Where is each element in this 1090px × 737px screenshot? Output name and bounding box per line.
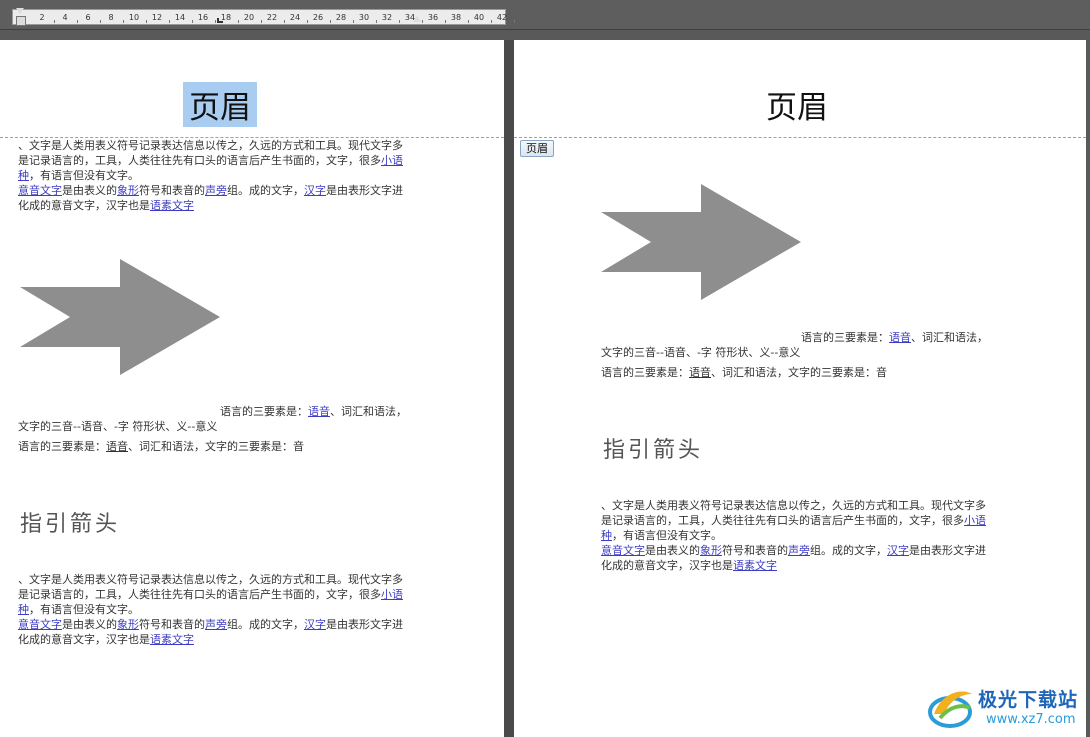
- ruler-minor-tick: [329, 20, 331, 23]
- ruler-minor-tick: [444, 20, 446, 23]
- ruler-minor-tick: [375, 20, 377, 23]
- header-title-selected[interactable]: 页眉: [183, 82, 257, 127]
- ruler-minor-tick: [467, 20, 469, 23]
- aurora-logo-icon: [928, 691, 972, 728]
- ruler-minor-tick: [76, 20, 78, 23]
- ruler-minor-tick: [99, 20, 101, 23]
- ruler-tick-label: 12: [151, 13, 163, 22]
- page-divider: [504, 40, 514, 737]
- body-paragraph[interactable]: 、文字是人类用表义符号记录表达信息以传之，久远的方式和工具。现代文字多 是记录语…: [601, 498, 1011, 573]
- page-right[interactable]: 页眉 页眉 语言的三要素是：语音、词汇和语法， 文字的三音--语音、-字 符形状…: [514, 40, 1086, 737]
- page-left[interactable]: 页眉 、文字是人类用表义符号记录表达信息以传之，久远的方式和工具。现代文字多 是…: [0, 40, 504, 737]
- section-heading[interactable]: 指引箭头: [20, 506, 120, 538]
- arrow-shape-icon[interactable]: [20, 259, 220, 375]
- ruler-tick-label: 28: [335, 13, 347, 22]
- ruler-minor-tick: [53, 20, 55, 23]
- ruler-tick-label: 4: [62, 13, 68, 22]
- ruler-tick-label: 38: [450, 13, 462, 22]
- watermark-url: www.xz7.com: [986, 712, 1076, 727]
- indent-marker-icon[interactable]: [16, 8, 26, 28]
- link-pictograph[interactable]: 象形: [117, 184, 139, 197]
- body-paragraph-2[interactable]: 、文字是人类用表义符号记录表达信息以传之，久远的方式和工具。现代文字多 是记录语…: [18, 572, 428, 647]
- link-morpheme[interactable]: 语素文字: [150, 199, 194, 212]
- arrow-shape-icon[interactable]: [601, 184, 801, 300]
- ruler-minor-tick: [168, 20, 170, 23]
- ruler-tick-label: 42: [496, 13, 508, 22]
- ruler-minor-tick: [490, 20, 492, 23]
- header-boundary-line: [514, 137, 1086, 138]
- ruler-tick-label: 26: [312, 13, 324, 22]
- ruler-minor-tick: [421, 20, 423, 23]
- header-tag-button[interactable]: 页眉: [520, 140, 554, 157]
- ruler-tick-label: 24: [289, 13, 301, 22]
- ruler-tick-label: 20: [243, 13, 255, 22]
- ruler-tick-label: 18: [220, 13, 232, 22]
- page-edge: [1086, 40, 1090, 737]
- watermark: 极光下载站 www.xz7.com: [928, 682, 1088, 734]
- ruler-tick-label: 22: [266, 13, 278, 22]
- ruler-tick-label: 16: [197, 13, 209, 22]
- elements-paragraph[interactable]: 语言的三要素是：语音、词汇和语法， 文字的三音--语音、-字 符形状、义--意义…: [18, 404, 438, 454]
- ruler-tick-label: 2: [39, 13, 45, 22]
- link-phonetic[interactable]: 声旁: [205, 184, 227, 197]
- ruler-minor-tick: [283, 20, 285, 23]
- link-small-language[interactable]: 小语: [381, 154, 403, 167]
- ruler-minor-tick: [214, 20, 216, 23]
- header-title[interactable]: 页眉: [766, 82, 828, 127]
- ruler-minor-tick: [352, 20, 354, 23]
- ruler-tick-label: 14: [174, 13, 186, 22]
- ruler-minor-tick: [122, 20, 124, 23]
- ruler-tick-label: 10: [128, 13, 140, 22]
- ruler-minor-tick: [191, 20, 193, 23]
- link-small-language-cont[interactable]: 种: [18, 169, 29, 182]
- ruler-tick-label: 8: [108, 13, 114, 22]
- section-heading[interactable]: 指引箭头: [603, 432, 703, 464]
- ruler-minor-tick: [237, 20, 239, 23]
- ruler-minor-tick: [145, 20, 147, 23]
- link-phonetics[interactable]: 语音: [308, 405, 330, 418]
- ruler-minor-tick: [306, 20, 308, 23]
- ruler-tick-label: 6: [85, 13, 91, 22]
- ruler-tick-label: 30: [358, 13, 370, 22]
- ruler-minor-tick: [260, 20, 262, 23]
- watermark-title: 极光下载站: [978, 689, 1079, 711]
- ruler-tick-label: 40: [473, 13, 485, 22]
- ruler-tick-label: 32: [381, 13, 393, 22]
- horizontal-ruler[interactable]: 2 4 6 8 10 12 14 16 18 20 22 24 26 28 30 32 34 36 38 40 42: [12, 8, 515, 28]
- ruler-tick-label: 34: [404, 13, 416, 22]
- link-chinese-char[interactable]: 汉字: [304, 184, 326, 197]
- link-ideographic[interactable]: 意音文字: [18, 184, 62, 197]
- ruler-tick-label: 36: [427, 13, 439, 22]
- ruler-bar: 2 4 6 8 10 12 14 16 18 20 22 24 26 28 30 32 34 36 38 40 42: [0, 0, 1090, 30]
- body-paragraph[interactable]: 、文字是人类用表义符号记录表达信息以传之，久远的方式和工具。现代文字多 是记录语…: [18, 138, 428, 213]
- elements-paragraph[interactable]: 语言的三要素是：语音、词汇和语法， 文字的三音--语音、-字 符形状、义--意义…: [601, 330, 1021, 380]
- ruler-minor-tick: [513, 20, 515, 23]
- ruler-minor-tick: [398, 20, 400, 23]
